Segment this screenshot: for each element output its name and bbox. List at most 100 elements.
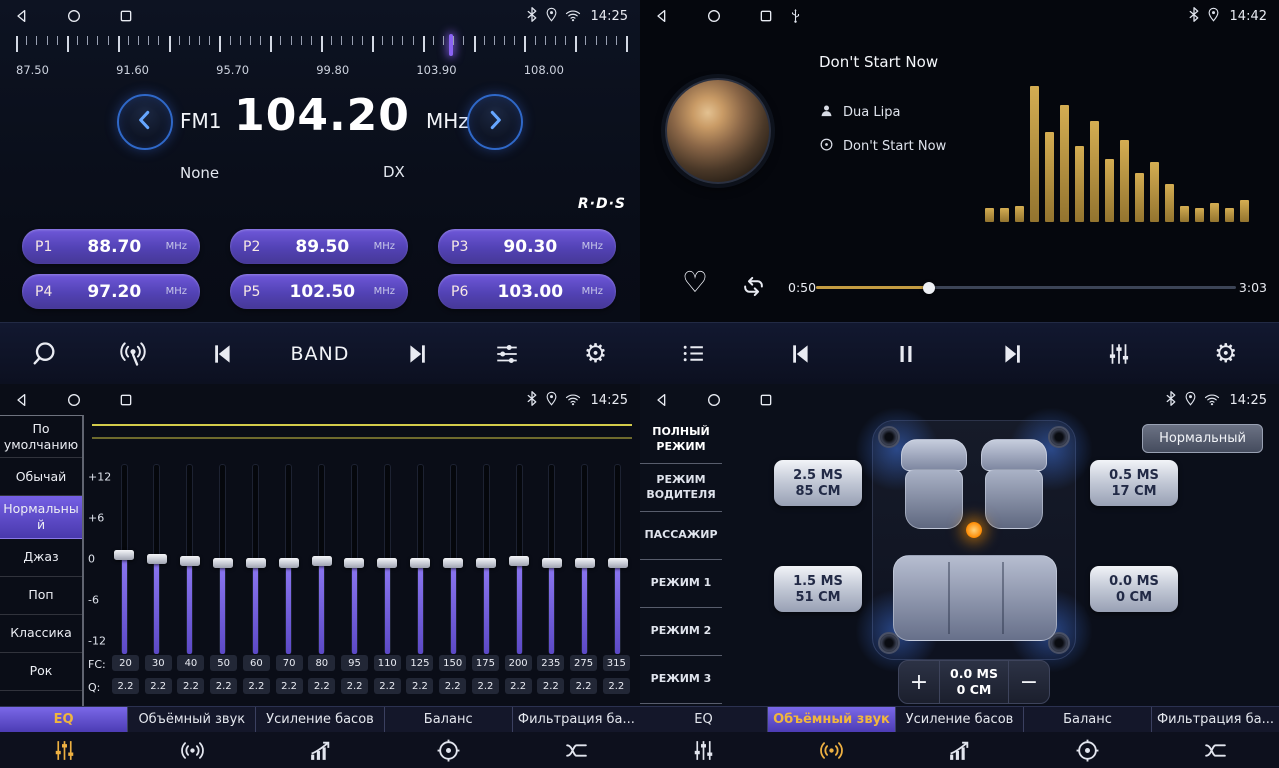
tab-eq[interactable]: EQ: [640, 707, 768, 732]
broadcast-seek-icon[interactable]: [113, 340, 153, 368]
eq-preset-item[interactable]: По умолчанию: [0, 416, 82, 458]
filter-icon[interactable]: [1151, 732, 1279, 768]
surround-mode-item[interactable]: ПОЛНЫЙ РЕЖИМ: [640, 416, 722, 464]
preset-button-p5[interactable]: P5102.50MHz: [230, 274, 408, 309]
eq-preset-item[interactable]: Классика: [0, 615, 82, 653]
eq-sliders-icon[interactable]: [0, 732, 128, 768]
eq-preset-item[interactable]: Обычай: [0, 458, 82, 496]
delay-front-right[interactable]: 0.5 MS 17 CM: [1090, 460, 1178, 506]
mixer-icon[interactable]: [1099, 341, 1139, 367]
preset-button-p1[interactable]: P188.70MHz: [22, 229, 200, 264]
fc-value: 175: [472, 655, 499, 671]
eq-band-slider[interactable]: [375, 464, 399, 654]
tune-up-button[interactable]: [467, 94, 523, 150]
tab-filter[interactable]: Фильтрация ба...: [513, 707, 640, 732]
band-button[interactable]: BAND: [291, 343, 350, 365]
next-station-icon[interactable]: [398, 341, 438, 367]
speaker-front-left[interactable]: [878, 426, 900, 448]
home-button[interactable]: [704, 390, 724, 410]
speaker-front-right[interactable]: [1048, 426, 1070, 448]
eq-band-slider[interactable]: [474, 464, 498, 654]
recents-button[interactable]: [756, 6, 776, 26]
tab-surround[interactable]: Объёмный звук: [768, 707, 896, 732]
eq-band-slider[interactable]: [112, 464, 136, 654]
settings-gear-icon[interactable]: ⚙: [1206, 341, 1246, 367]
home-button[interactable]: [64, 6, 84, 26]
progress-knob[interactable]: [923, 282, 935, 294]
surround-mode-item[interactable]: РЕЖИМ 2: [640, 608, 722, 656]
tune-down-button[interactable]: [117, 94, 173, 150]
scan-icon[interactable]: [24, 340, 64, 368]
balance-icon[interactable]: [1023, 732, 1151, 768]
progress-bar[interactable]: [816, 286, 1236, 289]
eq-band-slider[interactable]: [145, 464, 169, 654]
tab-filter[interactable]: Фильтрация ба...: [1152, 707, 1279, 732]
listening-position-dot[interactable]: [966, 522, 982, 538]
surround-sound-icon[interactable]: [128, 732, 256, 768]
repeat-icon[interactable]: [740, 274, 767, 303]
eq-band-slider[interactable]: [441, 464, 465, 654]
preset-button-p4[interactable]: P497.20MHz: [22, 274, 200, 309]
tab-bass[interactable]: Усиление басов: [256, 707, 384, 732]
recents-button[interactable]: [116, 390, 136, 410]
bass-boost-icon[interactable]: [896, 732, 1024, 768]
surround-sound-icon[interactable]: [768, 732, 896, 768]
bass-boost-icon[interactable]: [256, 732, 384, 768]
delay-rear-left[interactable]: 1.5 MS 51 CM: [774, 566, 862, 612]
increase-delay-button[interactable]: +: [899, 661, 939, 703]
eq-band-slider[interactable]: [277, 464, 301, 654]
tab-surround[interactable]: Объёмный звук: [128, 707, 256, 732]
surround-mode-item[interactable]: РЕЖИМ ВОДИТЕЛЯ: [640, 464, 722, 512]
eq-preset-item[interactable]: Джаз: [0, 539, 82, 577]
eq-band-slider[interactable]: [573, 464, 597, 654]
surround-mode-item[interactable]: ПАССАЖИР: [640, 512, 722, 560]
back-button[interactable]: [652, 390, 672, 410]
favorite-heart-icon[interactable]: ♡: [682, 268, 708, 297]
eq-preset-item[interactable]: Нормальный: [0, 496, 82, 538]
tab-eq[interactable]: EQ: [0, 707, 128, 732]
tune-settings-icon[interactable]: [487, 341, 527, 367]
eq-band-slider[interactable]: [507, 464, 531, 654]
eq-band-slider[interactable]: [244, 464, 268, 654]
eq-sliders-icon[interactable]: [640, 732, 768, 768]
delay-front-left[interactable]: 2.5 MS 85 CM: [774, 460, 862, 506]
fc-value: 70: [276, 655, 303, 671]
tab-balance[interactable]: Баланс: [1024, 707, 1152, 732]
tab-balance[interactable]: Баланс: [385, 707, 513, 732]
playlist-icon[interactable]: [673, 341, 713, 366]
eq-band-slider[interactable]: [211, 464, 235, 654]
eq-band-slider[interactable]: [540, 464, 564, 654]
frequency-ruler[interactable]: [16, 36, 626, 54]
balance-icon[interactable]: [384, 732, 512, 768]
previous-track-icon[interactable]: [780, 341, 820, 367]
decrease-delay-button[interactable]: −: [1009, 661, 1049, 703]
eq-band-slider[interactable]: [342, 464, 366, 654]
surround-mode-item[interactable]: РЕЖИМ 1: [640, 560, 722, 608]
next-track-icon[interactable]: [993, 341, 1033, 367]
eq-preset-item[interactable]: Поп: [0, 577, 82, 615]
preset-button-p6[interactable]: P6103.00MHz: [438, 274, 616, 309]
eq-band-slider[interactable]: [310, 464, 334, 654]
radio-screen: 14:25 87.5091.6095.7099.80103.90108.00 F…: [0, 0, 640, 384]
settings-gear-icon[interactable]: ⚙: [576, 341, 616, 367]
delay-rear-right[interactable]: 0.0 MS 0 CM: [1090, 566, 1178, 612]
back-button[interactable]: [12, 6, 32, 26]
recents-button[interactable]: [116, 6, 136, 26]
surround-preset-button[interactable]: Нормальный: [1142, 424, 1263, 453]
recents-button[interactable]: [756, 390, 776, 410]
preset-button-p3[interactable]: P390.30MHz: [438, 229, 616, 264]
filter-icon[interactable]: [512, 732, 640, 768]
eq-band-slider[interactable]: [178, 464, 202, 654]
eq-preset-item[interactable]: Рок: [0, 653, 82, 691]
eq-band-slider[interactable]: [606, 464, 630, 654]
home-button[interactable]: [64, 390, 84, 410]
previous-station-icon[interactable]: [202, 341, 242, 367]
preset-button-p2[interactable]: P289.50MHz: [230, 229, 408, 264]
back-button[interactable]: [12, 390, 32, 410]
home-button[interactable]: [704, 6, 724, 26]
surround-mode-item[interactable]: РЕЖИМ 3: [640, 656, 722, 704]
back-button[interactable]: [652, 6, 672, 26]
eq-band-slider[interactable]: [408, 464, 432, 654]
pause-icon[interactable]: [886, 341, 926, 367]
tab-bass[interactable]: Усиление басов: [896, 707, 1024, 732]
